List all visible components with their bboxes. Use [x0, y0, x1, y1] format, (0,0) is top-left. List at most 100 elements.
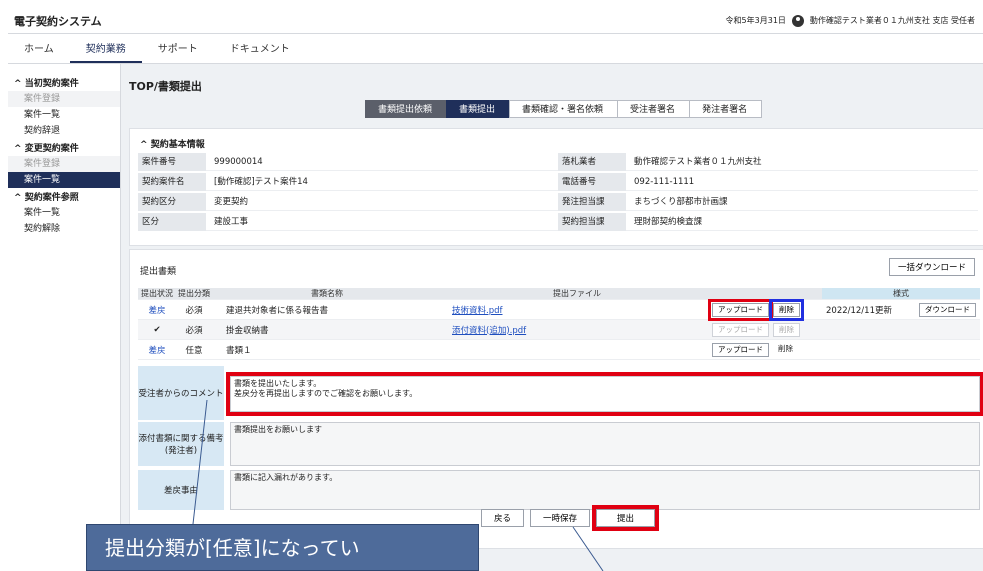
file-link[interactable]: 添付資料(追加).pdf — [452, 326, 526, 336]
contract-info-title: 契約基本情報 — [150, 140, 205, 150]
return-reason-label: 差戻事由 — [138, 470, 224, 510]
sidebar-item-change-register: 案件登録 — [8, 156, 120, 172]
info-label: 発注担当課 — [558, 193, 626, 211]
sidebar-section-reference[interactable]: ^ 契約案件参照 — [8, 188, 120, 205]
menu-home[interactable]: ホーム — [8, 40, 70, 63]
sidebar-item-cancel[interactable]: 契約解除 — [8, 221, 120, 237]
user-name[interactable]: 動作確認テスト業者０１九州支社 支店 受任者 — [810, 15, 975, 26]
table-row: 差戻 必須 建退共対象者に係る報告書 技術資料.pdf アップロード 削除 20… — [138, 298, 980, 321]
info-label: 契約担当課 — [558, 213, 626, 231]
status-returned-link[interactable]: 差戻 — [138, 304, 176, 316]
col-class: 提出分類 — [178, 289, 210, 298]
return-reason-row: 差戻事由 書類に記入漏れがあります。 — [138, 470, 980, 510]
status-complete-check: ✔ — [153, 324, 161, 335]
back-button[interactable]: 戻る — [481, 509, 525, 527]
class-cell: 必須 — [185, 325, 203, 336]
download-button[interactable]: ダウンロード — [919, 302, 976, 317]
info-value: 動作確認テスト業者０１九州支社 — [626, 153, 978, 171]
main-menu: ホーム 契約業務 サポート ドキュメント — [8, 34, 983, 64]
info-label: 案件番号 — [138, 153, 206, 171]
app-window: 電子契約システム 令和5年3月31日 動作確認テスト業者０１九州支社 支店 受任… — [8, 8, 983, 571]
temp-save-button[interactable]: 一時保存 — [530, 509, 591, 527]
style-cell: 2022/12/11更新 ダウンロード — [822, 300, 980, 319]
page-title: TOP/書類提出 — [129, 80, 202, 93]
info-value: 変更契約 — [206, 193, 558, 211]
step-request: 書類提出依頼 — [365, 100, 448, 118]
current-date: 令和5年3月31日 — [725, 16, 786, 25]
contractor-comment-input[interactable]: 書類を提出いたします。 差戻分を再提出しますのでご確認をお願いします。 — [226, 372, 983, 416]
contract-info-heading[interactable]: ^ 契約基本情報 — [140, 137, 205, 150]
submission-docs-card: 提出書類 一括ダウンロード 提出状況 提出分類 書類名称 提出ファイル 様式 差… — [129, 249, 983, 549]
class-cell: 必須 — [185, 305, 203, 316]
doc-name: 建退共対象者に係る報告書 — [226, 305, 329, 316]
sidebar: ^ 当初契約案件 案件登録 案件一覧 契約辞退 ^ 変更契約案件 案件登録 案件… — [8, 64, 121, 571]
top-bar: 電子契約システム 令和5年3月31日 動作確認テスト業者０１九州支社 支店 受任… — [8, 8, 983, 34]
upload-button[interactable]: アップロード — [708, 298, 773, 321]
sidebar-item-reference-list[interactable]: 案件一覧 — [8, 205, 120, 221]
sidebar-item-initial-register: 案件登録 — [8, 91, 120, 107]
info-label: 落札業者 — [558, 153, 626, 171]
bulk-download-button[interactable]: 一括ダウンロード — [888, 258, 975, 276]
progress-steps: 書類提出依頼 書類提出 書類確認・署名依頼 受注者署名 発注者署名 — [365, 100, 763, 118]
submit-button[interactable]: 提出 — [592, 505, 660, 531]
sidebar-section-change[interactable]: ^ 変更契約案件 — [8, 139, 120, 156]
delete-button[interactable]: 削除 — [769, 298, 804, 321]
delete-button: 削除 — [773, 322, 800, 337]
sidebar-section-label: 契約案件参照 — [24, 193, 79, 203]
info-value: 999000014 — [206, 153, 558, 171]
system-title: 電子契約システム — [14, 14, 102, 28]
col-file: 提出ファイル — [553, 289, 601, 298]
style-updated-date: 2022/12/11更新 — [826, 305, 892, 316]
header-info: 令和5年3月31日 動作確認テスト業者０１九州支社 支店 受任者 — [725, 14, 975, 27]
row-actions: アップロード 削除 — [708, 298, 822, 321]
sidebar-section-label: 当初契約案件 — [24, 79, 79, 89]
delete-button[interactable]: 削除 — [773, 343, 798, 357]
sidebar-item-decline[interactable]: 契約辞退 — [8, 123, 120, 139]
doc-name: 掛金収納書 — [226, 325, 269, 336]
contract-info-card: ^ 契約基本情報 案件番号 999000014 落札業者 動作確認テスト業者０１… — [129, 128, 983, 246]
file-link[interactable]: 技術資料.pdf — [452, 306, 503, 316]
sidebar-section-initial[interactable]: ^ 当初契約案件 — [8, 74, 120, 91]
row-actions: アップロード 削除 — [712, 322, 822, 337]
attachment-note-field: 書類提出をお願いします — [230, 422, 980, 466]
status-returned-link[interactable]: 差戻 — [138, 344, 176, 356]
docs-title: 提出書類 — [140, 267, 177, 277]
sidebar-item-initial-list[interactable]: 案件一覧 — [8, 107, 120, 123]
doc-name: 書類１ — [226, 345, 252, 356]
col-name: 書類名称 — [311, 289, 343, 298]
docs-table: 提出状況 提出分類 書類名称 提出ファイル 様式 差戻 必須 建退共対象者に係る… — [138, 288, 980, 360]
footer-buttons: 戻る 一時保存 提出 — [481, 505, 660, 531]
upload-button[interactable]: アップロード — [712, 342, 769, 357]
info-value: [動作確認]テスト案件14 — [206, 173, 558, 191]
table-row: 差戻 任意 書類１ アップロード 削除 — [138, 340, 980, 360]
step-orderer-sign: 発注者署名 — [689, 100, 763, 118]
style-cell — [822, 320, 980, 339]
info-label: 契約案件名 — [138, 173, 206, 191]
info-label: 電話番号 — [558, 173, 626, 191]
menu-support[interactable]: サポート — [142, 40, 214, 63]
table-row: ✔ 必須 掛金収納書 添付資料(追加).pdf アップロード 削除 — [138, 320, 980, 340]
menu-contract-work[interactable]: 契約業務 — [69, 40, 142, 63]
main-content: TOP/書類提出 書類提出依頼 書類提出 書類確認・署名依頼 受注者署名 発注者… — [121, 64, 983, 571]
info-value: まちづくり部都市計画課 — [626, 193, 978, 211]
annotation-callout: 提出分類が[任意]になってい — [86, 524, 479, 571]
col-style: 様式 — [822, 288, 980, 299]
step-review: 書類確認・署名依頼 — [509, 100, 619, 118]
info-label: 契約区分 — [138, 193, 206, 211]
upload-button: アップロード — [712, 322, 769, 337]
class-cell: 任意 — [185, 345, 203, 356]
info-label: 区分 — [138, 213, 206, 231]
table-header: 提出状況 提出分類 書類名称 提出ファイル 様式 — [138, 288, 980, 300]
contractor-comment-row: 受注者からのコメント 書類を提出いたします。 差戻分を再提出しますのでご確認をお… — [138, 366, 983, 420]
info-row: 案件番号 999000014 落札業者 動作確認テスト業者０１九州支社 — [138, 153, 978, 171]
step-contractor-sign: 受注者署名 — [617, 100, 691, 118]
style-cell — [822, 340, 980, 359]
sidebar-section-label: 変更契約案件 — [24, 144, 79, 154]
info-row: 区分 建設工事 契約担当課 理財部契約検査課 — [138, 213, 978, 231]
menu-documents[interactable]: ドキュメント — [214, 40, 306, 63]
sidebar-item-change-list[interactable]: 案件一覧 — [8, 172, 120, 188]
col-status: 提出状況 — [141, 289, 173, 298]
user-icon[interactable] — [791, 14, 804, 27]
step-submit: 書類提出 — [446, 100, 511, 118]
contractor-comment-label: 受注者からのコメント — [138, 366, 224, 420]
